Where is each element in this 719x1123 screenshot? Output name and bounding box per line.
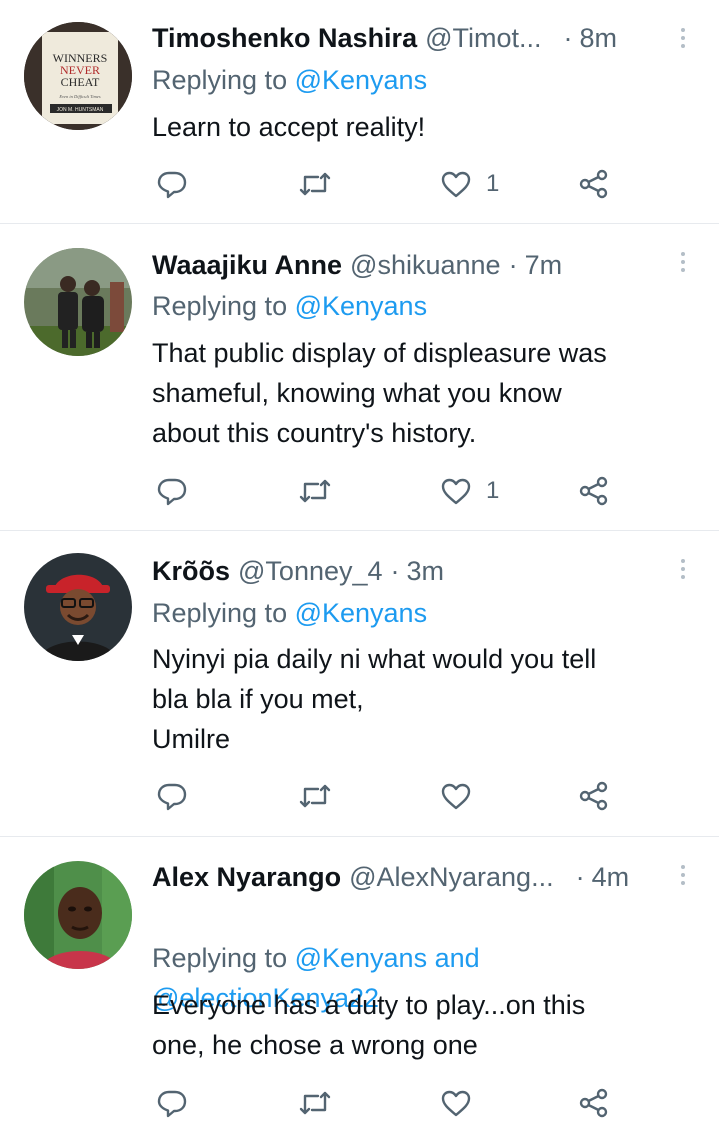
more-vertical-icon[interactable]	[673, 551, 693, 587]
display-name[interactable]: Alex Nyarango	[152, 862, 341, 893]
user-handle[interactable]: @Timot...	[425, 23, 541, 54]
separator-dot: ·	[575, 861, 585, 892]
replying-to-label: Replying to	[152, 65, 295, 95]
separator-dot: ·	[390, 555, 400, 586]
tweet-text: Learn to accept reality!	[152, 112, 426, 142]
more-vertical-icon[interactable]	[673, 857, 693, 893]
display-name[interactable]: Timoshenko Nashira	[152, 23, 417, 54]
mention-link[interactable]: @Kenyans	[295, 598, 427, 628]
reply-button[interactable]	[156, 471, 188, 511]
reply-icon	[157, 783, 187, 811]
display-name[interactable]: Krõõs	[152, 556, 230, 587]
avatar[interactable]	[24, 861, 132, 969]
separator-dot: ·	[563, 22, 573, 53]
retweet-icon	[299, 172, 331, 196]
book-author: JON M. HUNTSMAN	[57, 107, 104, 113]
tweet-text: That public display of displeasure was s…	[152, 338, 607, 448]
heart-icon	[441, 783, 471, 810]
like-button[interactable]: 1	[440, 164, 499, 204]
timestamp[interactable]: 4m	[592, 862, 630, 893]
reply-icon	[157, 478, 187, 506]
reply-tweet[interactable]: Alex Nyarango @AlexNyarang... · 4m Reply…	[0, 837, 719, 1118]
replying-to-label: Replying to	[152, 291, 295, 321]
share-button[interactable]	[578, 1083, 610, 1123]
share-icon	[579, 476, 608, 506]
more-vertical-icon[interactable]	[673, 20, 693, 56]
share-icon	[579, 169, 608, 199]
reply-button[interactable]	[156, 164, 188, 204]
mention-link[interactable]: @Kenyans	[295, 65, 427, 95]
reply-button[interactable]	[156, 1083, 188, 1123]
timestamp[interactable]: 3m	[407, 556, 445, 587]
book-title-line: CHEAT	[61, 75, 100, 89]
timestamp[interactable]: 7m	[525, 250, 563, 281]
user-handle[interactable]: @AlexNyarang...	[349, 862, 554, 893]
replying-to-label: Replying to	[152, 598, 295, 628]
like-button[interactable]: 1	[440, 471, 499, 511]
reply-icon	[157, 171, 187, 199]
reply-icon	[157, 1090, 187, 1118]
replying-to-line: Replying to @Kenyans	[152, 593, 679, 633]
share-button[interactable]	[578, 776, 610, 816]
avatar[interactable]	[24, 553, 132, 661]
tweet-text: Everyone has a duty to play...on this on…	[152, 990, 586, 1060]
retweet-icon	[299, 784, 331, 808]
heart-icon	[441, 171, 471, 198]
action-bar	[152, 1083, 622, 1123]
share-icon	[579, 781, 608, 811]
action-bar: 1	[152, 471, 622, 511]
separator-dot: ·	[508, 249, 518, 280]
share-button[interactable]	[578, 471, 610, 511]
heart-icon	[441, 478, 471, 505]
reply-tweet[interactable]: Krõõs @Tonney_4 · 3m Replying to @Kenyan…	[0, 531, 719, 837]
book-subtitle: Even in Difficult Times	[58, 94, 101, 99]
reply-tweet[interactable]: Waaajiku Anne @shikuanne · 7m Replying t…	[0, 224, 719, 531]
avatar[interactable]	[24, 248, 132, 356]
mention-link[interactable]: @Kenyans	[295, 291, 427, 321]
retweet-icon	[299, 479, 331, 503]
action-bar: 1	[152, 164, 622, 204]
like-count: 1	[486, 477, 500, 504]
retweet-button[interactable]	[298, 776, 332, 816]
like-button[interactable]	[440, 776, 486, 816]
replying-to-line: Replying to @Kenyans	[152, 286, 679, 326]
avatar[interactable]: WINNERS NEVER CHEAT Even in Difficult Ti…	[24, 22, 132, 130]
retweet-button[interactable]	[298, 471, 332, 511]
reply-button[interactable]	[156, 776, 188, 816]
retweet-button[interactable]	[298, 1083, 332, 1123]
retweet-icon	[299, 1091, 331, 1115]
reply-tweet[interactable]: WINNERS NEVER CHEAT Even in Difficult Ti…	[0, 0, 719, 224]
tweet-text: Nyinyi pia daily ni what would you tell …	[152, 644, 597, 754]
share-icon	[579, 1088, 608, 1118]
user-handle[interactable]: @Tonney_4	[238, 556, 383, 587]
retweet-button[interactable]	[298, 164, 332, 204]
like-count: 1	[486, 170, 500, 197]
timestamp[interactable]: 8m	[580, 23, 618, 54]
action-bar	[152, 776, 622, 816]
share-button[interactable]	[578, 164, 610, 204]
replying-to-label: Replying to	[152, 943, 295, 973]
display-name[interactable]: Waaajiku Anne	[152, 250, 342, 281]
heart-icon	[441, 1090, 471, 1117]
user-handle[interactable]: @shikuanne	[350, 250, 501, 281]
like-button[interactable]	[440, 1083, 486, 1123]
more-vertical-icon[interactable]	[673, 244, 693, 280]
replying-to-line: Replying to @Kenyans	[152, 60, 679, 100]
